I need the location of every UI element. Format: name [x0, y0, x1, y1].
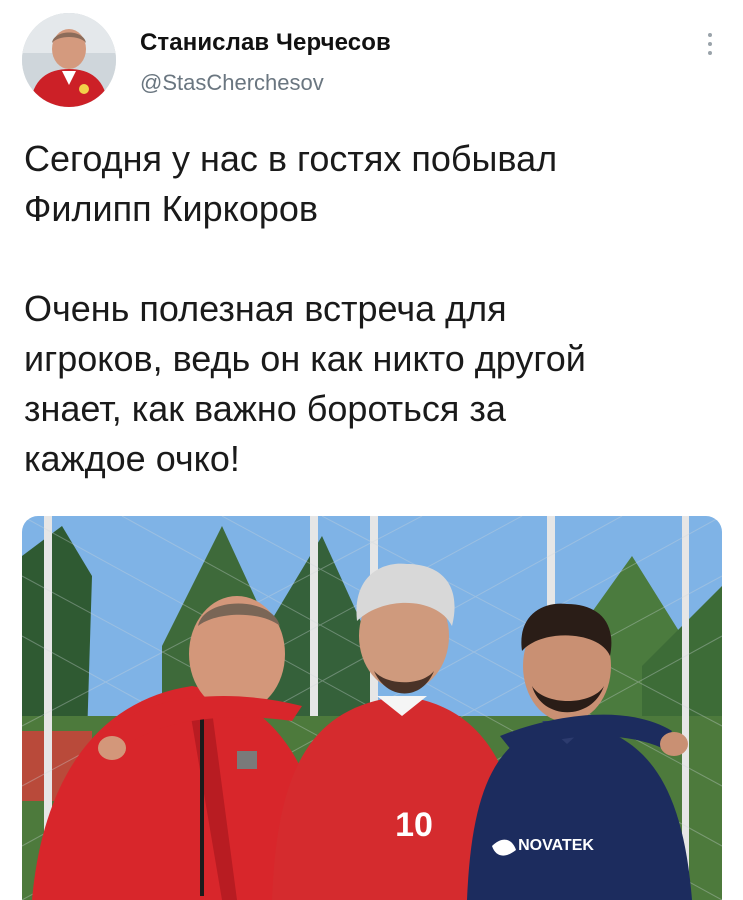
display-name[interactable]: Станислав Черчесов — [140, 28, 391, 58]
shirt-sponsor: NOVATEK — [518, 837, 594, 854]
tweet-photo[interactable]: 10 NOVATEK — [22, 516, 722, 900]
tweet-line: игроков, ведь он как никто другой — [24, 338, 586, 379]
tweet-line: знает, как важно бороться за — [24, 388, 506, 429]
tweet-text: Сегодня у нас в гостях побывал Филипп Ки… — [24, 134, 714, 484]
tweet-line: Очень полезная встреча для — [24, 288, 507, 329]
avatar[interactable] — [22, 13, 116, 107]
hand-right — [660, 732, 688, 756]
tweet-paragraph-2: Очень полезная встреча для игроков, ведь… — [24, 284, 714, 484]
user-handle[interactable]: @StasCherchesov — [140, 68, 391, 98]
tweet-paragraph-1: Сегодня у нас в гостях побывал Филипп Ки… — [24, 134, 714, 234]
tweet-header: Станислав Черчесов @StasCherchesov — [22, 10, 722, 110]
tweet-line: Филипп Киркоров — [24, 188, 319, 229]
tweet-line: каждое очко! — [24, 438, 240, 479]
tweet-card: Станислав Черчесов @StasCherchesov Сегод… — [0, 0, 743, 900]
hand-left — [98, 736, 126, 760]
vertical-ellipsis-icon[interactable] — [698, 26, 722, 62]
user-info: Станислав Черчесов @StasCherchesov — [140, 28, 391, 98]
jersey-number: 10 — [395, 806, 433, 844]
tweet-line: Сегодня у нас в гостях побывал — [24, 138, 558, 179]
